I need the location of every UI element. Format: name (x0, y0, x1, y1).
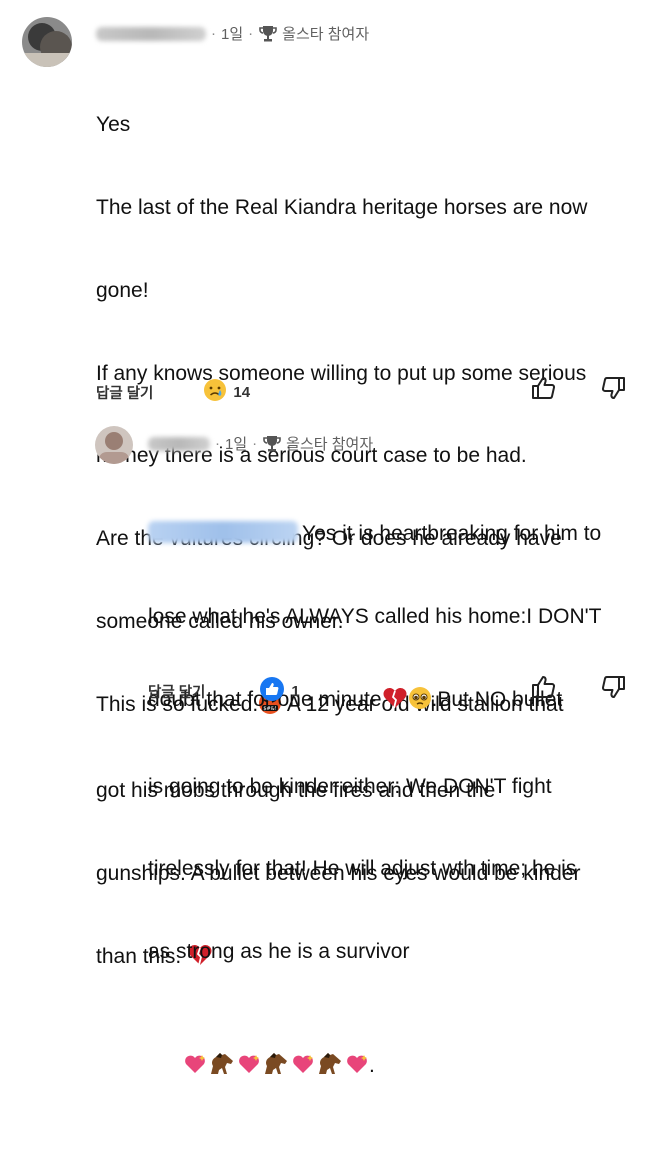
badge-label: 올스타 참여자 (286, 436, 374, 453)
comment-actions: 답글 달기 14 (96, 378, 250, 406)
text-line: gone! (96, 278, 149, 302)
sparkling-heart-emoji (345, 1052, 369, 1084)
sad-tear-emoji-icon (203, 378, 227, 406)
blue-like-icon (259, 676, 285, 706)
trophy-icon (262, 435, 282, 453)
reaction-count: 14 (233, 383, 251, 401)
text-line: as strong as he is a survivor (148, 940, 410, 964)
thumbs-up-icon[interactable] (530, 375, 556, 406)
separator-dot: · (215, 435, 220, 452)
sparkling-heart-emoji (291, 1052, 315, 1084)
text-line: The last of the Real Kiandra heritage ho… (96, 195, 588, 219)
separator-dot: · (211, 25, 216, 42)
thumbs-down-icon[interactable] (601, 375, 627, 406)
separator-dot: · (248, 25, 254, 42)
comment-meta: · 1일 · 올스타 참여자 (96, 23, 369, 44)
text-line: is going to be kinder either: We DON'T f… (148, 774, 552, 798)
text-line: lose what he's ALWAYS called his home:I … (148, 604, 602, 628)
horse-emoji (261, 1050, 291, 1084)
reaction-summary[interactable]: 1 (259, 676, 300, 706)
text-line: . (148, 1023, 601, 1112)
reaction-summary[interactable]: 14 (203, 378, 250, 406)
commenter-avatar[interactable] (95, 426, 133, 464)
comment-time: 1일 (225, 436, 248, 453)
commenter-avatar[interactable] (22, 17, 72, 67)
pleading-face-emoji (408, 686, 432, 718)
text-line: Yes (96, 113, 131, 137)
sparkling-heart-emoji (237, 1052, 261, 1084)
badge-label: 올스타 참여자 (282, 26, 370, 43)
thumbs-down-icon[interactable] (601, 674, 627, 705)
text-line: tirelessly for that! He will adjust wth … (148, 857, 577, 881)
text-line: Yes it is heartbreaking for him to (148, 520, 601, 548)
comment-time: 1일 (221, 26, 244, 43)
thumbs-up-icon[interactable] (530, 674, 556, 705)
comment-meta: · 1일 · 올스타 참여자 (148, 433, 373, 454)
comment-text: Yes it is heartbreaking for him to lose … (148, 465, 601, 1167)
reply-button[interactable]: 답글 달기 (148, 681, 205, 702)
reply-button[interactable]: 답글 달기 (96, 382, 153, 403)
mention-tag-redacted[interactable] (148, 521, 298, 544)
horse-emoji (207, 1050, 237, 1084)
reaction-count: 1 (291, 682, 300, 700)
text-segment: . (369, 1054, 375, 1078)
comment-actions: 답글 달기 1 (148, 676, 300, 706)
sparkling-heart-emoji (183, 1052, 207, 1084)
separator-dot: · (252, 435, 258, 452)
commenter-name-redacted[interactable] (96, 26, 206, 41)
trophy-icon (258, 25, 278, 43)
horse-emoji (315, 1050, 345, 1084)
text-segment: Yes it is heartbreaking for him to (302, 522, 602, 546)
broken-heart-emoji (382, 686, 408, 718)
commenter-name-redacted[interactable] (148, 436, 210, 451)
